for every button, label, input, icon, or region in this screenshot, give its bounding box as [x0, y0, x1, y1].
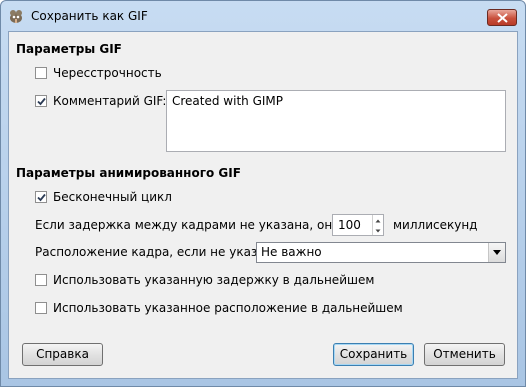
- use-disposal-option[interactable]: Использовать указанное расположение в да…: [35, 301, 403, 315]
- interlace-label: Чересстрочность: [53, 66, 162, 80]
- close-icon: [497, 13, 508, 23]
- checkmark-icon: [37, 97, 46, 106]
- save-as-gif-dialog: Сохранить как GIF Параметры GIF Чересстр…: [0, 0, 526, 387]
- dialog-body: Параметры GIF Чересстрочность Комментари…: [8, 31, 518, 379]
- delay-unit: миллисекунд: [393, 218, 478, 232]
- comment-option[interactable]: Комментарий GIF:: [35, 94, 166, 108]
- help-button[interactable]: Справка: [22, 343, 103, 366]
- comment-textarea[interactable]: Created with GIMP: [166, 90, 506, 152]
- dropdown-arrow-button[interactable]: [488, 243, 505, 262]
- loop-option[interactable]: Бесконечный цикл: [35, 190, 172, 204]
- use-disposal-label: Использовать указанное расположение в да…: [53, 301, 403, 315]
- spin-down-button[interactable]: [373, 225, 383, 235]
- disposal-selected: Не важно: [261, 245, 322, 259]
- disposal-dropdown[interactable]: Не важно: [256, 242, 506, 263]
- checkmark-icon: [37, 193, 46, 202]
- interlace-checkbox[interactable]: [35, 67, 47, 79]
- use-disposal-checkbox[interactable]: [35, 302, 47, 314]
- spin-up-button[interactable]: [373, 215, 383, 225]
- gif-params-heading: Параметры GIF: [16, 42, 122, 56]
- gimp-icon: [8, 8, 24, 24]
- loop-label: Бесконечный цикл: [53, 190, 172, 204]
- cancel-button[interactable]: Отменить: [424, 343, 505, 366]
- comment-label: Комментарий GIF:: [53, 94, 167, 108]
- chevron-down-icon: [493, 250, 501, 255]
- arrow-down-icon: [375, 229, 381, 233]
- comment-checkbox[interactable]: [35, 95, 47, 107]
- interlace-option[interactable]: Чересстрочность: [35, 66, 162, 80]
- use-delay-label: Использовать указанную задержку в дальне…: [53, 273, 375, 287]
- use-delay-option[interactable]: Использовать указанную задержку в дальне…: [35, 273, 374, 287]
- title-bar[interactable]: Сохранить как GIF: [1, 1, 525, 31]
- window-title: Сохранить как GIF: [31, 9, 148, 23]
- save-button[interactable]: Сохранить: [333, 343, 414, 366]
- use-delay-checkbox[interactable]: [35, 274, 47, 286]
- anim-params-heading: Параметры анимированного GIF: [16, 166, 241, 180]
- loop-checkbox[interactable]: [35, 191, 47, 203]
- disposal-label: Расположение кадра, если не указано:: [35, 245, 284, 259]
- delay-value: 100: [338, 218, 361, 232]
- delay-spinbox[interactable]: 100: [332, 214, 384, 236]
- close-button[interactable]: [487, 9, 517, 26]
